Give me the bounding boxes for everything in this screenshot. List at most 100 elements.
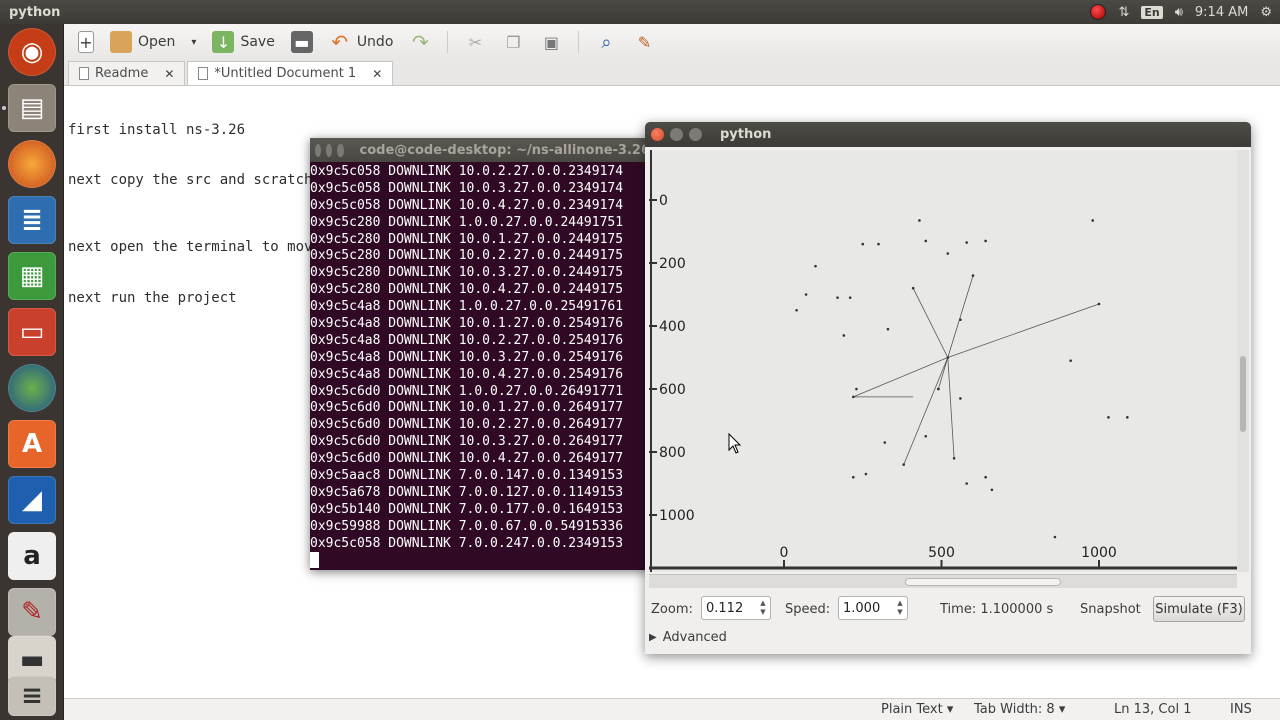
network-node[interactable] [804,293,808,296]
network-node[interactable] [836,296,839,299]
network-node[interactable] [924,434,928,438]
network-node[interactable] [965,241,968,244]
network-node[interactable] [984,475,987,479]
files-icon[interactable]: ▤ [8,84,56,132]
network-node[interactable] [918,219,921,222]
network-node[interactable] [886,327,890,331]
network-node[interactable] [1126,416,1129,419]
close-icon[interactable]: ✕ [372,67,382,81]
wireshark-icon[interactable]: ◢ [8,476,56,524]
open-button[interactable]: Open [104,27,181,57]
redo-button[interactable]: ↷ [403,27,437,57]
network-node[interactable] [959,318,962,321]
new-button[interactable]: + [72,27,100,57]
copy-button[interactable]: ❐ [496,27,530,57]
network-node[interactable] [877,242,880,246]
close-icon[interactable] [651,128,664,141]
gear-icon[interactable]: ⚙ [1260,5,1272,20]
network-node[interactable] [937,387,940,391]
cut-button[interactable]: ✂ [458,27,492,57]
network-node[interactable] [911,286,915,290]
network-node[interactable] [1097,302,1101,306]
open-dropdown[interactable]: ▾ [185,27,202,57]
keyboard-lang-icon[interactable]: En [1141,5,1163,19]
network-node[interactable] [1053,535,1057,539]
maximize-icon[interactable] [689,128,702,141]
network-node[interactable] [1107,416,1110,419]
calc-icon[interactable]: ▦ [8,252,56,300]
network-node[interactable] [864,472,868,476]
network-node[interactable] [883,441,887,444]
replace-button[interactable]: ✎ [627,27,661,57]
maximize-icon[interactable] [337,143,344,157]
terminal-cursor [310,552,319,569]
record-icon[interactable] [1090,4,1107,20]
impress-icon[interactable]: ▭ [8,308,56,356]
firefox-icon[interactable] [8,140,56,188]
find-button[interactable]: ⌕ [589,27,623,57]
snapshot-button[interactable]: Snapshot [1080,602,1141,617]
network-node[interactable] [965,482,968,485]
hub-node[interactable] [946,356,950,359]
minimize-icon[interactable] [670,128,683,141]
terminal-output[interactable]: 0x9c5c058 DOWNLINK 10.0.2.27.0.0.2349174… [310,164,650,569]
horizontal-scrollbar[interactable] [649,574,1237,588]
network-node[interactable] [946,252,950,255]
close-icon[interactable] [315,143,322,157]
tab-width-selector[interactable]: Tab Width: 8 ▾ [974,702,1065,717]
speed-spinbox[interactable]: 1.000 ▲ ▼ [838,596,908,620]
tab-untitled-document[interactable]: *Untitled Document 1 ✕ [187,61,394,85]
network-node[interactable] [855,387,858,391]
spin-arrows-icon[interactable]: ▲ ▼ [895,599,905,617]
network-icon[interactable]: ⇅ [1118,5,1129,20]
language-selector[interactable]: Plain Text ▾ [881,702,953,717]
globe-icon[interactable] [8,364,56,412]
terminal-prompt-line[interactable] [310,552,650,569]
network-node[interactable] [852,475,855,479]
network-node[interactable] [848,296,852,299]
pyviz-titlebar[interactable]: python [645,122,1251,147]
network-node[interactable] [984,239,987,243]
network-canvas[interactable]: 0 200 400 600 800 1000 0 500 1000 [649,150,1237,572]
network-node[interactable] [924,239,928,243]
clock[interactable]: 9:14 AM [1195,5,1248,20]
vertical-scrollbar[interactable] [1237,150,1249,572]
simulate-button[interactable]: Simulate (F3) [1153,596,1245,622]
minimize-icon[interactable] [326,143,333,157]
zoom-spinbox[interactable]: 0.112 ▲ ▼ [701,596,771,620]
undo-button[interactable]: ↶ Undo [323,27,400,57]
network-node[interactable] [852,395,855,399]
writer-icon[interactable]: ≣ [8,196,56,244]
terminal-line: 0x9c5c280 DOWNLINK 10.0.1.27.0.0.2449175 [310,231,624,247]
network-topology[interactable]: 0 200 400 600 800 1000 0 500 1000 [649,150,1237,572]
vertical-scroll-thumb[interactable] [1240,356,1246,432]
software-center-icon[interactable]: A [8,420,56,468]
pyviz-window[interactable]: python 0 200 400 600 800 1000 0 500 1000 Zoom: … [645,122,1251,654]
horizontal-scroll-thumb[interactable] [905,578,1061,586]
terminal-window[interactable]: code@code-desktop: ~/ns-allinone-3.26 0x… [310,138,650,570]
save-button[interactable]: ↓ Save [206,27,280,57]
spin-arrows-icon[interactable]: ▲ ▼ [758,599,768,617]
trash-icon[interactable]: ≡ [8,676,56,716]
network-node[interactable] [842,334,846,337]
close-icon[interactable]: ✕ [164,67,174,81]
ubuntu-dash-icon[interactable]: ◉ [8,28,56,76]
tab-readme[interactable]: Readme ✕ [68,61,186,85]
print-button[interactable]: ▬ [285,27,319,57]
network-node[interactable] [952,457,956,460]
network-node[interactable] [990,488,994,492]
network-node[interactable] [1091,219,1094,222]
network-node[interactable] [795,308,798,312]
network-node[interactable] [902,463,905,466]
volume-icon[interactable]: 🔊︎ [1175,5,1183,20]
paste-button[interactable]: ▣ [534,27,568,57]
advanced-expander[interactable]: ▶ Advanced [649,630,727,645]
network-node[interactable] [1069,359,1072,362]
network-node[interactable] [959,397,962,400]
settings-icon[interactable]: ✎ [8,588,56,636]
amazon-icon[interactable]: a [8,532,56,580]
network-node[interactable] [814,264,817,268]
network-node[interactable] [861,242,865,246]
network-node[interactable] [971,274,975,277]
terminal-titlebar[interactable]: code@code-desktop: ~/ns-allinone-3.26 [310,138,650,162]
